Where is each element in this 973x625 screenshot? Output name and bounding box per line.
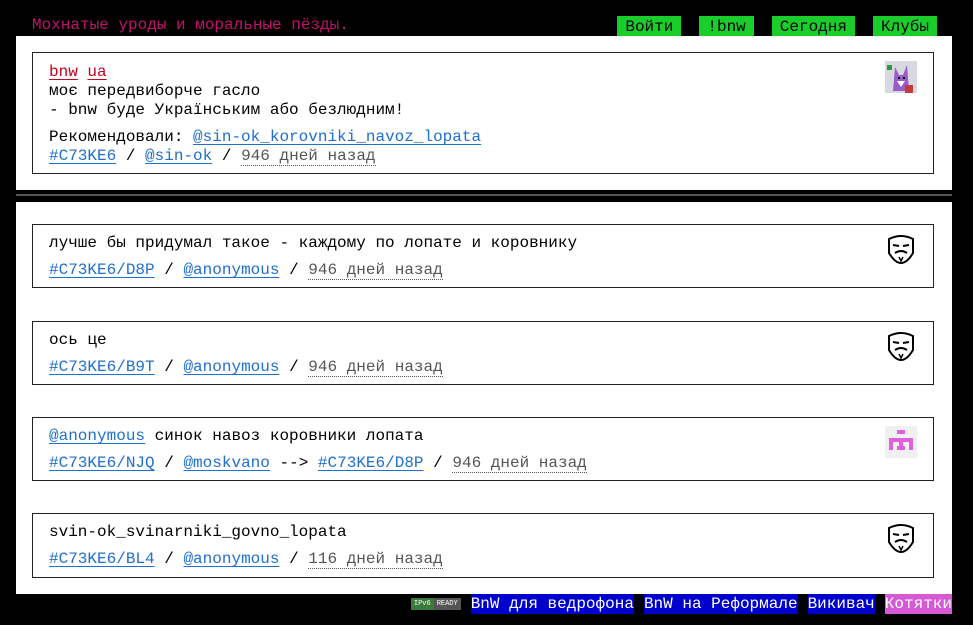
reply-id-link[interactable]: #C73KE6/BL4 — [49, 550, 155, 568]
reply-arrow: --> — [279, 454, 309, 472]
reply-comment: ось це #C73KE6/B9T / @anonymous / 946 дн… — [32, 321, 934, 385]
main-content: bnw ua моє передвиборче гасло - bnw буде… — [16, 36, 952, 594]
separator: / — [221, 147, 232, 165]
reply-time[interactable]: 946 дней назад — [452, 454, 587, 473]
separator: / — [289, 550, 299, 568]
separator: / — [164, 550, 174, 568]
reply-comment: svin-ok_svinarniki_govno_lopata #C73KE6/… — [32, 513, 934, 578]
ipv6-ready-badge[interactable]: IPv6 READY — [410, 598, 461, 610]
main-post: bnw ua моє передвиборче гасло - bnw буде… — [32, 52, 934, 174]
tag-bnw[interactable]: bnw — [49, 63, 78, 81]
fox-avatar-icon[interactable] — [885, 61, 917, 93]
mask-icon[interactable] — [885, 522, 917, 554]
reply-text: синок навоз коровники лопата — [154, 427, 424, 445]
nav-bnw-button[interactable]: !bnw — [699, 16, 754, 38]
reply-time[interactable]: 116 дней назад — [308, 550, 443, 569]
nav-today-button[interactable]: Сегодня — [771, 16, 855, 38]
mention-link[interactable]: @anonymous — [49, 427, 145, 445]
reply-comment: лучше бы придумал такое - каждому по лоп… — [32, 224, 934, 288]
separator: / — [289, 261, 299, 279]
footer-link-kittens[interactable]: Котятки — [884, 594, 952, 614]
mask-icon[interactable] — [885, 330, 917, 362]
mask-icon[interactable] — [885, 233, 917, 265]
nav-clubs-button[interactable]: Клубы — [872, 16, 937, 38]
reply-author-link[interactable]: @anonymous — [183, 550, 279, 568]
footer-link-wikivach[interactable]: Викивач — [807, 594, 875, 614]
separator: / — [433, 454, 443, 472]
reply-author-link[interactable]: @moskvano — [183, 454, 269, 472]
footer-link-reformal[interactable]: BnW на Реформале — [643, 594, 798, 614]
reply-comment: @anonymous синок навоз коровники лопата … — [32, 417, 934, 481]
footer-link-mobile[interactable]: BnW для ведрофона — [470, 594, 634, 614]
reply-to-link[interactable]: #C73KE6/D8P — [318, 454, 424, 472]
post-text-line1: моє передвиборче гасло — [49, 82, 261, 100]
reply-text: лучше бы придумал такое - каждому по лоп… — [49, 234, 578, 252]
reply-id-link[interactable]: #C73KE6/D8P — [49, 261, 155, 279]
reply-text: svin-ok_svinarniki_govno_lopata — [49, 523, 347, 541]
footer: IPv6 READY BnW для ведрофона BnW на Рефо… — [410, 594, 952, 614]
post-id-link[interactable]: #C73KE6 — [49, 147, 116, 165]
separator: / — [289, 358, 299, 376]
post-time[interactable]: 946 дней назад — [241, 147, 376, 166]
top-nav: Войти !bnw Сегодня Клубы — [617, 16, 937, 38]
reply-text: ось це — [49, 331, 107, 349]
site-title: Мохнатые уроды и моральные пёзды. — [32, 16, 349, 34]
reply-time[interactable]: 946 дней назад — [308, 358, 443, 377]
reply-author-link[interactable]: @anonymous — [183, 261, 279, 279]
reply-author-link[interactable]: @anonymous — [183, 358, 279, 376]
recommended-label: Рекомендовали: — [49, 128, 184, 146]
separator: / — [125, 147, 136, 165]
separator: / — [164, 454, 174, 472]
pixel-invader-icon[interactable] — [885, 426, 917, 458]
recommended-user-link[interactable]: @sin-ok_korovniki_navoz_lopata — [193, 128, 481, 146]
nav-login-button[interactable]: Войти — [617, 16, 682, 38]
reply-id-link[interactable]: #C73KE6/NJQ — [49, 454, 155, 472]
separator: / — [164, 261, 174, 279]
reply-time[interactable]: 946 дней назад — [308, 261, 443, 280]
reply-id-link[interactable]: #C73KE6/B9T — [49, 358, 155, 376]
separator: / — [164, 358, 174, 376]
post-author-link[interactable]: @sin-ok — [145, 147, 212, 165]
tag-ua[interactable]: ua — [87, 63, 106, 81]
section-divider — [16, 190, 952, 202]
post-text-line2: - bnw буде Українським або безлюдним! — [49, 101, 405, 119]
